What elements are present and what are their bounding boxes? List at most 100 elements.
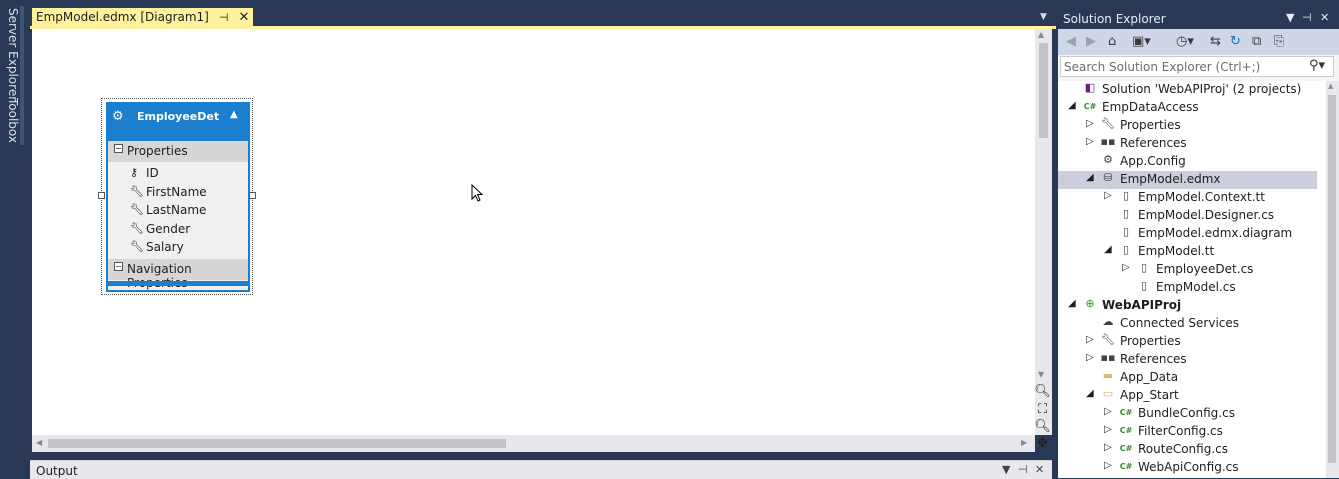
tab-dropdown-icon[interactable]: ▼: [1040, 12, 1047, 22]
tree-item[interactable]: ◢ ⛁ EmpModel.edmx: [1058, 171, 1317, 189]
entity-shape[interactable]: ⚙ EmployeeDet ▲ − Properties ⚷ ID 🔧︎ Fir…: [98, 98, 256, 295]
dropdown-icon[interactable]: ▼: [1286, 11, 1294, 24]
close-icon[interactable]: ✕: [1035, 463, 1044, 476]
collapse-all-icon[interactable]: ⧉: [1252, 34, 1261, 49]
tree-item-label: EmpModel.edmx.diagram: [1138, 226, 1293, 240]
properties-section-label: Properties: [127, 144, 188, 158]
entity-header[interactable]: ⚙ EmployeeDet ▲: [108, 104, 248, 141]
document-tab-title[interactable]: EmpModel.edmx [Diagram1]: [36, 10, 209, 24]
file-icon: ▯: [1122, 243, 1130, 256]
expand-icon[interactable]: ▷: [1086, 136, 1094, 147]
tree-item[interactable]: ▷ ▯ EmployeeDet.cs: [1058, 261, 1317, 279]
tree-item[interactable]: ▯ EmpModel.Designer.cs: [1058, 207, 1317, 225]
tree-item[interactable]: ▷ ▯ EmpModel.Context.tt: [1058, 189, 1317, 207]
pin-icon[interactable]: ⊣: [1018, 463, 1028, 476]
collapse-icon[interactable]: ◢: [1086, 388, 1094, 399]
switch-views-icon[interactable]: ▣▾: [1132, 34, 1151, 49]
tree-item[interactable]: ⚙ App.Config: [1058, 153, 1317, 171]
search-input[interactable]: Search Solution Explorer (Ctrl+;) ⚲▾: [1060, 56, 1334, 77]
solution-explorer-panel: Solution Explorer ▼ ⊣ ✕ ◀ ▶ ⌂ ▣▾ ◷▾ ⇆ ↻ …: [1058, 8, 1339, 478]
tree-item[interactable]: ◧ Solution 'WebAPIProj' (2 projects): [1058, 81, 1317, 99]
tree-item[interactable]: ▷ ▪▪ References: [1058, 351, 1317, 369]
close-icon[interactable]: ✕: [1320, 11, 1329, 24]
navigation-section-header[interactable]: − Navigation Properties: [108, 259, 248, 290]
expand-icon[interactable]: ▷: [1104, 190, 1112, 201]
tree-item-label: WebApiConfig.cs: [1138, 460, 1239, 474]
tree-item[interactable]: ▷ C# WebApiConfig.cs: [1058, 459, 1317, 477]
scroll-up-icon[interactable]: ▲: [1328, 82, 1333, 90]
scroll-left-icon[interactable]: ◀: [36, 438, 42, 447]
expand-icon[interactable]: ▷: [1104, 442, 1112, 453]
references-icon: ▪▪: [1100, 135, 1116, 148]
tree-item[interactable]: ▷ C# RouteConfig.cs: [1058, 441, 1317, 459]
collapse-icon[interactable]: ◢: [1086, 172, 1094, 183]
back-icon[interactable]: ◀: [1066, 34, 1076, 49]
tree-item[interactable]: ▯ EmpModel.cs: [1058, 279, 1317, 297]
file-icon: ▯: [1140, 279, 1148, 292]
solution-explorer-header[interactable]: Solution Explorer ▼ ⊣ ✕: [1058, 8, 1339, 29]
zoom-out-icon[interactable]: 🔍︎: [1034, 418, 1051, 435]
tree-item[interactable]: ▷ ▪▪ References: [1058, 135, 1317, 153]
tree-item[interactable]: ◢ ▭ App_Start: [1058, 387, 1317, 405]
expand-icon[interactable]: ▷: [1086, 118, 1094, 129]
collapse-icon[interactable]: ▲: [230, 109, 238, 120]
tree-item-label: EmpDataAccess: [1102, 100, 1199, 114]
expand-icon[interactable]: ▷: [1104, 406, 1112, 417]
document-tab[interactable]: EmpModel.edmx [Diagram1] ⊣ ✕: [32, 8, 254, 26]
tree-item[interactable]: ▯ EmpModel.edmx.diagram: [1058, 225, 1317, 243]
resize-handle[interactable]: [249, 192, 256, 199]
toolbox-tab[interactable]: Toolbox: [4, 94, 24, 147]
vertical-scroll-thumb[interactable]: [1039, 43, 1048, 138]
tree-item-label: FilterConfig.cs: [1138, 424, 1223, 438]
expand-icon[interactable]: ▷: [1104, 460, 1112, 471]
tree-item[interactable]: ◢ ▯ EmpModel.tt: [1058, 243, 1317, 261]
minus-icon[interactable]: −: [114, 144, 123, 153]
tree-item[interactable]: ▷ C# FilterConfig.cs: [1058, 423, 1317, 441]
file-icon: ▯: [1122, 189, 1130, 202]
solution-explorer-scrollbar[interactable]: ▲: [1326, 81, 1339, 478]
tree-item[interactable]: ◢ ⊕ WebAPIProj: [1058, 297, 1317, 315]
expand-icon[interactable]: ▷: [1104, 424, 1112, 435]
close-icon[interactable]: ✕: [238, 10, 249, 25]
sync-icon[interactable]: ⇆: [1210, 34, 1221, 49]
dropdown-icon[interactable]: ▼: [1002, 463, 1010, 476]
forward-icon[interactable]: ▶: [1086, 34, 1096, 49]
tree-item-label: App.Config: [1120, 154, 1186, 168]
pending-changes-icon[interactable]: ◷▾: [1176, 34, 1194, 49]
tree-item[interactable]: ☁ Connected Services: [1058, 315, 1317, 333]
tree-item[interactable]: ▷ 🔧︎ Properties: [1058, 333, 1317, 351]
scroll-thumb[interactable]: [1328, 95, 1336, 463]
search-icon[interactable]: ⚲▾: [1309, 58, 1325, 73]
tree-item[interactable]: ▬ App_Data: [1058, 369, 1317, 387]
expand-icon[interactable]: ▷: [1086, 334, 1094, 345]
tree-item[interactable]: ▷ C# BundleConfig.cs: [1058, 405, 1317, 423]
scroll-up-icon[interactable]: ▲: [1038, 30, 1044, 39]
tree-item[interactable]: ▷ 🔧︎ Properties: [1058, 117, 1317, 135]
zoom-to-fit-icon[interactable]: ⛶: [1034, 401, 1051, 418]
collapse-icon[interactable]: ◢: [1068, 298, 1076, 309]
properties-section-header[interactable]: − Properties: [108, 141, 248, 162]
wrench-icon: 🔧︎: [130, 240, 144, 253]
entity-body[interactable]: ⚙ EmployeeDet ▲ − Properties ⚷ ID 🔧︎ Fir…: [106, 102, 250, 292]
scroll-right-icon[interactable]: ▶: [1021, 438, 1027, 447]
minus-icon[interactable]: −: [114, 262, 123, 271]
pan-icon[interactable]: ✥: [1034, 435, 1051, 452]
home-icon[interactable]: ⌂: [1108, 34, 1116, 49]
zoom-in-icon[interactable]: 🔍︎: [1034, 383, 1051, 400]
output-panel[interactable]: Output ▼ ⊣ ✕: [30, 460, 1052, 479]
property-name: ID: [146, 166, 159, 180]
expand-icon[interactable]: ▷: [1086, 352, 1094, 363]
server-explorer-tab[interactable]: Server Explorer: [4, 4, 24, 105]
refresh-icon[interactable]: ↻: [1230, 34, 1241, 49]
collapse-icon[interactable]: ◢: [1068, 100, 1076, 111]
tree-item[interactable]: ◢ C# EmpDataAccess: [1058, 99, 1317, 117]
pin-icon[interactable]: ⊣: [1302, 11, 1312, 24]
resize-handle[interactable]: [98, 192, 105, 199]
pin-icon[interactable]: ⊣: [219, 11, 229, 24]
scroll-down-icon[interactable]: ▼: [1038, 370, 1044, 379]
show-all-files-icon[interactable]: ⎘: [1274, 34, 1284, 49]
horizontal-scroll-thumb[interactable]: [48, 439, 506, 448]
expand-icon[interactable]: ▷: [1122, 262, 1130, 273]
tree-item-label: Connected Services: [1120, 316, 1240, 330]
collapse-icon[interactable]: ◢: [1104, 244, 1112, 255]
